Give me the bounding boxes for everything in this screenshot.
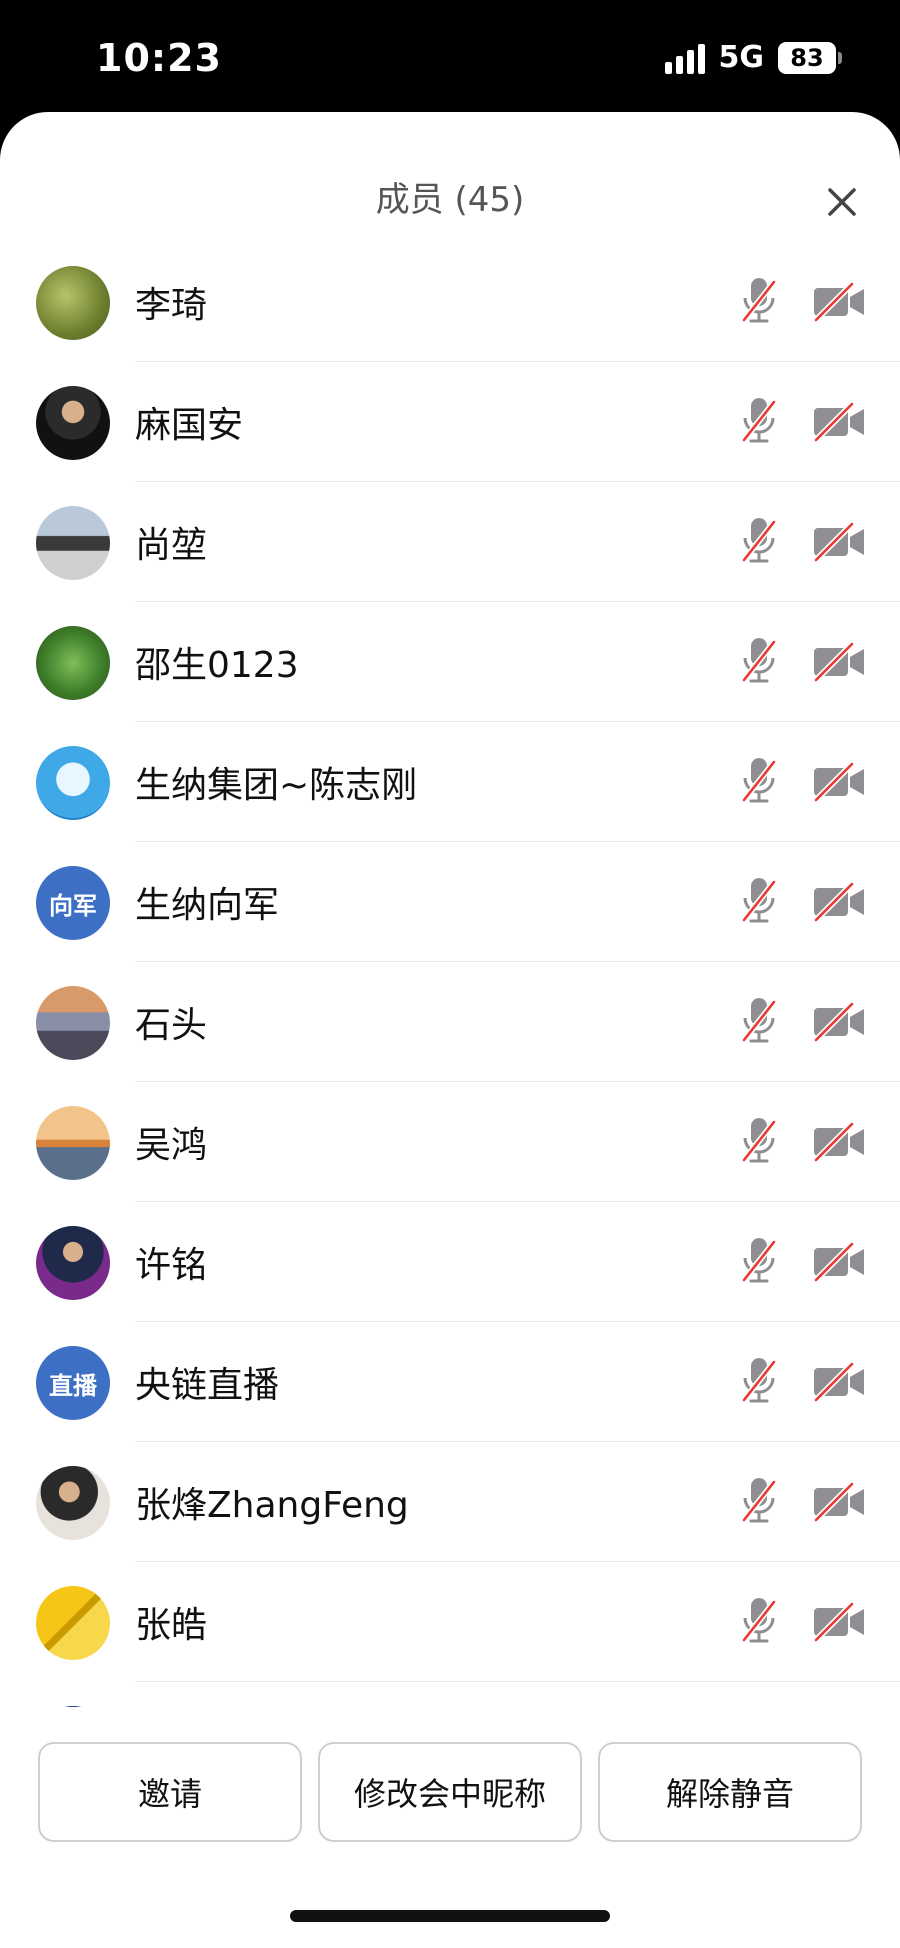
member-name: 石头 bbox=[135, 1005, 208, 1046]
camera-off-icon[interactable] bbox=[812, 641, 866, 683]
mic-muted-icon[interactable] bbox=[738, 1234, 780, 1288]
member-row[interactable]: 直播 央链直播 bbox=[0, 1322, 900, 1442]
avatar bbox=[36, 1586, 110, 1660]
unmute-button[interactable]: 解除静音 bbox=[598, 1742, 862, 1842]
member-row[interactable]: 向军 生纳向军 bbox=[0, 842, 900, 962]
camera-off-icon[interactable] bbox=[812, 281, 866, 323]
rename-button[interactable]: 修改会中昵称 bbox=[318, 1742, 582, 1842]
member-name: 李琦 bbox=[135, 285, 208, 326]
member-name: 邵生0123 bbox=[135, 645, 299, 686]
battery-icon: 83 bbox=[778, 41, 842, 74]
member-name: 许铭 bbox=[135, 1245, 208, 1286]
member-name: 生纳向军 bbox=[135, 885, 280, 926]
camera-off-icon[interactable] bbox=[812, 1241, 866, 1283]
avatar bbox=[36, 1226, 110, 1300]
camera-off-icon[interactable] bbox=[812, 1601, 866, 1643]
member-row[interactable]: 许铭 bbox=[0, 1202, 900, 1322]
avatar bbox=[36, 1706, 110, 1707]
status-time: 10:23 bbox=[96, 36, 222, 80]
network-label: 5G bbox=[718, 40, 765, 75]
avatar bbox=[36, 266, 110, 340]
camera-off-icon[interactable] bbox=[812, 401, 866, 443]
members-sheet: 成员 (45) 李琦麻国安尚堃邵生0123 生纳集团~陈志刚向军 生纳向军石头吴鸿许… bbox=[0, 112, 900, 1948]
avatar-initials: 向军 bbox=[36, 866, 110, 940]
sheet-title: 成员 (45) bbox=[375, 180, 525, 220]
close-icon[interactable] bbox=[827, 187, 857, 217]
camera-off-icon[interactable] bbox=[812, 521, 866, 563]
avatar bbox=[36, 386, 110, 460]
home-indicator bbox=[290, 1910, 610, 1922]
member-name: 张皓 bbox=[135, 1605, 208, 1646]
camera-off-icon[interactable] bbox=[812, 1481, 866, 1523]
member-row[interactable]: 麻国安 bbox=[0, 362, 900, 482]
member-name: 央链直播 bbox=[135, 1365, 280, 1406]
avatar bbox=[36, 1106, 110, 1180]
member-row[interactable]: 赵连振 字：泽日A bbox=[0, 1682, 900, 1707]
camera-off-icon[interactable] bbox=[812, 881, 866, 923]
avatar bbox=[36, 746, 110, 820]
close-button[interactable] bbox=[816, 176, 868, 228]
mic-muted-icon[interactable] bbox=[738, 1114, 780, 1168]
status-bar: 10:23 5G 83 bbox=[0, 0, 900, 112]
avatar bbox=[36, 506, 110, 580]
member-row[interactable]: 吴鸿 bbox=[0, 1082, 900, 1202]
mic-muted-icon[interactable] bbox=[738, 274, 780, 328]
mic-muted-icon[interactable] bbox=[738, 394, 780, 448]
mic-muted-icon[interactable] bbox=[738, 754, 780, 808]
member-row[interactable]: 张烽ZhangFeng bbox=[0, 1442, 900, 1562]
action-bar: 邀请 修改会中昵称 解除静音 bbox=[0, 1742, 900, 1852]
mic-muted-icon[interactable] bbox=[738, 634, 780, 688]
avatar-initials: 直播 bbox=[36, 1346, 110, 1420]
member-list[interactable]: 李琦麻国安尚堃邵生0123 生纳集团~陈志刚向军 生纳向军石头吴鸿许铭直播 央链直播张… bbox=[0, 242, 900, 1707]
camera-off-icon[interactable] bbox=[812, 761, 866, 803]
mic-muted-icon[interactable] bbox=[738, 994, 780, 1048]
member-row[interactable]: 邵生0123 bbox=[0, 602, 900, 722]
signal-icon bbox=[664, 42, 705, 74]
member-name: 张烽ZhangFeng bbox=[135, 1485, 409, 1526]
camera-off-icon[interactable] bbox=[812, 1121, 866, 1163]
member-row[interactable]: 李琦 bbox=[0, 242, 900, 362]
camera-off-icon[interactable] bbox=[812, 1361, 866, 1403]
mic-muted-icon[interactable] bbox=[738, 874, 780, 928]
avatar bbox=[36, 986, 110, 1060]
mic-muted-icon[interactable] bbox=[738, 1594, 780, 1648]
member-name: 麻国安 bbox=[135, 405, 244, 446]
avatar bbox=[36, 626, 110, 700]
invite-button[interactable]: 邀请 bbox=[38, 1742, 302, 1842]
member-name: 生纳集团~陈志刚 bbox=[135, 765, 418, 806]
avatar bbox=[36, 1466, 110, 1540]
member-name: 吴鸿 bbox=[135, 1125, 208, 1166]
battery-level: 83 bbox=[778, 41, 836, 74]
status-indicators: 5G 83 bbox=[664, 40, 842, 75]
sheet-header: 成员 (45) bbox=[0, 172, 900, 221]
mic-muted-icon[interactable] bbox=[738, 1354, 780, 1408]
mic-muted-icon[interactable] bbox=[738, 1474, 780, 1528]
member-row[interactable]: 石头 bbox=[0, 962, 900, 1082]
member-name: 尚堃 bbox=[135, 525, 208, 566]
mic-muted-icon[interactable] bbox=[738, 514, 780, 568]
member-row[interactable]: 张皓 bbox=[0, 1562, 900, 1682]
camera-off-icon[interactable] bbox=[812, 1001, 866, 1043]
member-row[interactable]: 生纳集团~陈志刚 bbox=[0, 722, 900, 842]
member-row[interactable]: 尚堃 bbox=[0, 482, 900, 602]
